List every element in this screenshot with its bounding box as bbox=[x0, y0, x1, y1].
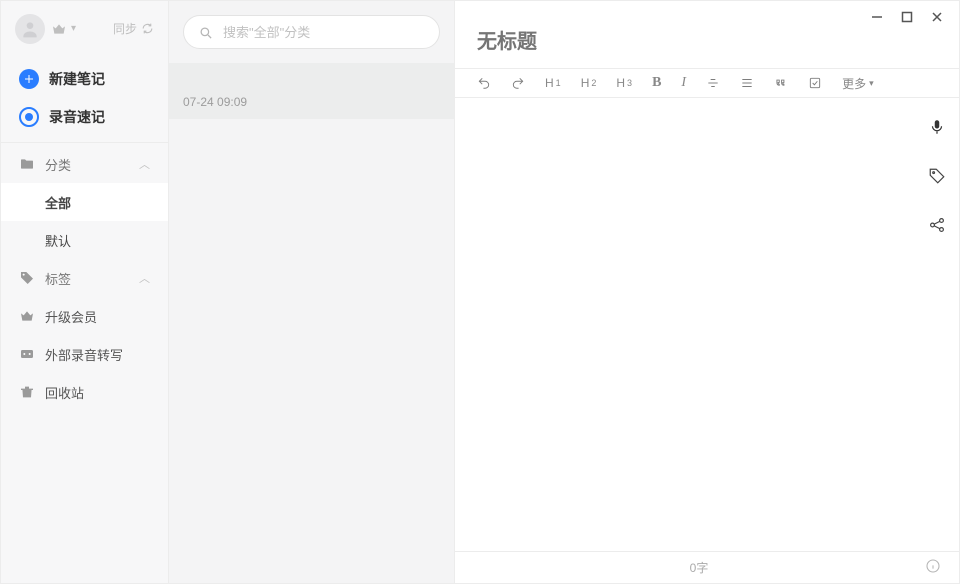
sidebar: ▾ 同步 新建笔记 录音速记 分类 ︿ 全部 默认 bbox=[1, 1, 169, 583]
chevron-up-icon: ︿ bbox=[139, 270, 150, 286]
external-audio[interactable]: 外部录音转写 bbox=[1, 335, 168, 373]
upgrade-label: 升级会员 bbox=[45, 307, 97, 326]
profile-dropdown-caret[interactable]: ▾ bbox=[71, 23, 76, 34]
record-icon bbox=[19, 107, 39, 127]
more-button[interactable]: 更多 ▾ bbox=[842, 75, 874, 92]
redo-icon bbox=[511, 76, 525, 90]
search-icon bbox=[198, 25, 213, 40]
category-header[interactable]: 分类 ︿ bbox=[1, 145, 168, 183]
sync-label: 同步 bbox=[113, 20, 137, 37]
note-time: 07-24 09:09 bbox=[183, 95, 440, 109]
tag-icon bbox=[19, 270, 35, 286]
more-label: 更多 bbox=[842, 75, 866, 92]
plus-icon bbox=[19, 69, 39, 89]
quote-button[interactable] bbox=[774, 76, 788, 90]
undo-button[interactable] bbox=[477, 76, 491, 90]
list-button[interactable] bbox=[740, 76, 754, 90]
profile-area[interactable]: ▾ 同步 bbox=[1, 1, 168, 56]
avatar-icon bbox=[20, 19, 40, 39]
checkbox-button[interactable] bbox=[808, 76, 822, 90]
tag-button[interactable] bbox=[928, 167, 946, 190]
primary-actions: 新建笔记 录音速记 bbox=[1, 56, 168, 142]
recycle-label: 回收站 bbox=[45, 383, 84, 402]
note-list-item[interactable]: 07-24 09:09 bbox=[169, 63, 454, 119]
info-icon bbox=[925, 558, 941, 574]
minimize-button[interactable] bbox=[871, 11, 883, 25]
upgrade-vip[interactable]: 升级会员 bbox=[1, 297, 168, 335]
avatar[interactable] bbox=[15, 14, 45, 44]
h3-button[interactable]: H3 bbox=[616, 76, 632, 90]
chevron-up-icon: ︿ bbox=[139, 156, 150, 172]
search-box[interactable] bbox=[183, 15, 440, 49]
recycle-bin[interactable]: 回收站 bbox=[1, 373, 168, 411]
voice-note-label: 录音速记 bbox=[49, 107, 105, 127]
strikethrough-button[interactable] bbox=[706, 76, 720, 90]
search-input[interactable] bbox=[221, 24, 425, 41]
external-audio-label: 外部录音转写 bbox=[45, 345, 123, 364]
h2-button[interactable]: H2 bbox=[581, 76, 597, 90]
new-note-button[interactable]: 新建笔记 bbox=[1, 60, 168, 98]
quote-icon bbox=[774, 76, 788, 90]
notes-column: 07-24 09:09 bbox=[169, 1, 455, 583]
side-tools bbox=[913, 98, 959, 551]
category-all[interactable]: 全部 bbox=[1, 183, 168, 221]
category-header-label: 分类 bbox=[45, 155, 71, 174]
tag-icon bbox=[928, 167, 946, 185]
undo-icon bbox=[477, 76, 491, 90]
window-controls bbox=[871, 11, 943, 25]
editor-footer: 0字 bbox=[455, 551, 959, 583]
list-icon bbox=[740, 76, 754, 90]
checkbox-icon bbox=[808, 76, 822, 90]
editor-toolbar: H1 H2 H3 B I 更多 ▾ bbox=[455, 68, 959, 98]
new-note-label: 新建笔记 bbox=[49, 69, 105, 89]
italic-button[interactable]: I bbox=[681, 75, 686, 91]
h1-button[interactable]: H1 bbox=[545, 76, 561, 90]
editor-pane: H1 H2 H3 B I 更多 ▾ bbox=[455, 1, 959, 583]
sync-button[interactable]: 同步 bbox=[113, 20, 154, 37]
close-button[interactable] bbox=[931, 11, 943, 25]
chevron-down-icon: ▾ bbox=[869, 78, 874, 89]
tags-header-label: 标签 bbox=[45, 269, 71, 288]
microphone-icon bbox=[928, 118, 946, 136]
maximize-icon bbox=[901, 11, 913, 23]
redo-button[interactable] bbox=[511, 76, 525, 90]
tags-header[interactable]: 标签 ︿ bbox=[1, 259, 168, 297]
info-button[interactable] bbox=[925, 558, 941, 577]
folder-icon bbox=[19, 156, 35, 172]
maximize-button[interactable] bbox=[901, 11, 913, 25]
search-wrap bbox=[169, 1, 454, 59]
close-icon bbox=[931, 11, 943, 23]
voice-note-button[interactable]: 录音速记 bbox=[1, 98, 168, 136]
category-default-label: 默认 bbox=[45, 231, 71, 250]
vip-crown-icon bbox=[51, 21, 67, 37]
category-all-label: 全部 bbox=[45, 193, 71, 212]
category-default[interactable]: 默认 bbox=[1, 221, 168, 259]
share-button[interactable] bbox=[928, 216, 946, 239]
crown-icon bbox=[19, 308, 35, 324]
strike-icon bbox=[706, 76, 720, 90]
share-icon bbox=[928, 216, 946, 234]
word-count: 0字 bbox=[690, 559, 709, 576]
editor-content[interactable] bbox=[455, 98, 913, 551]
nav-tree: 分类 ︿ 全部 默认 标签 ︿ 升级会员 外部录音转写 bbox=[1, 143, 168, 411]
trash-icon bbox=[19, 384, 35, 400]
microphone-button[interactable] bbox=[928, 118, 946, 141]
bold-button[interactable]: B bbox=[652, 75, 661, 91]
sync-icon bbox=[141, 22, 154, 35]
minimize-icon bbox=[871, 11, 883, 23]
cassette-icon bbox=[19, 346, 35, 362]
